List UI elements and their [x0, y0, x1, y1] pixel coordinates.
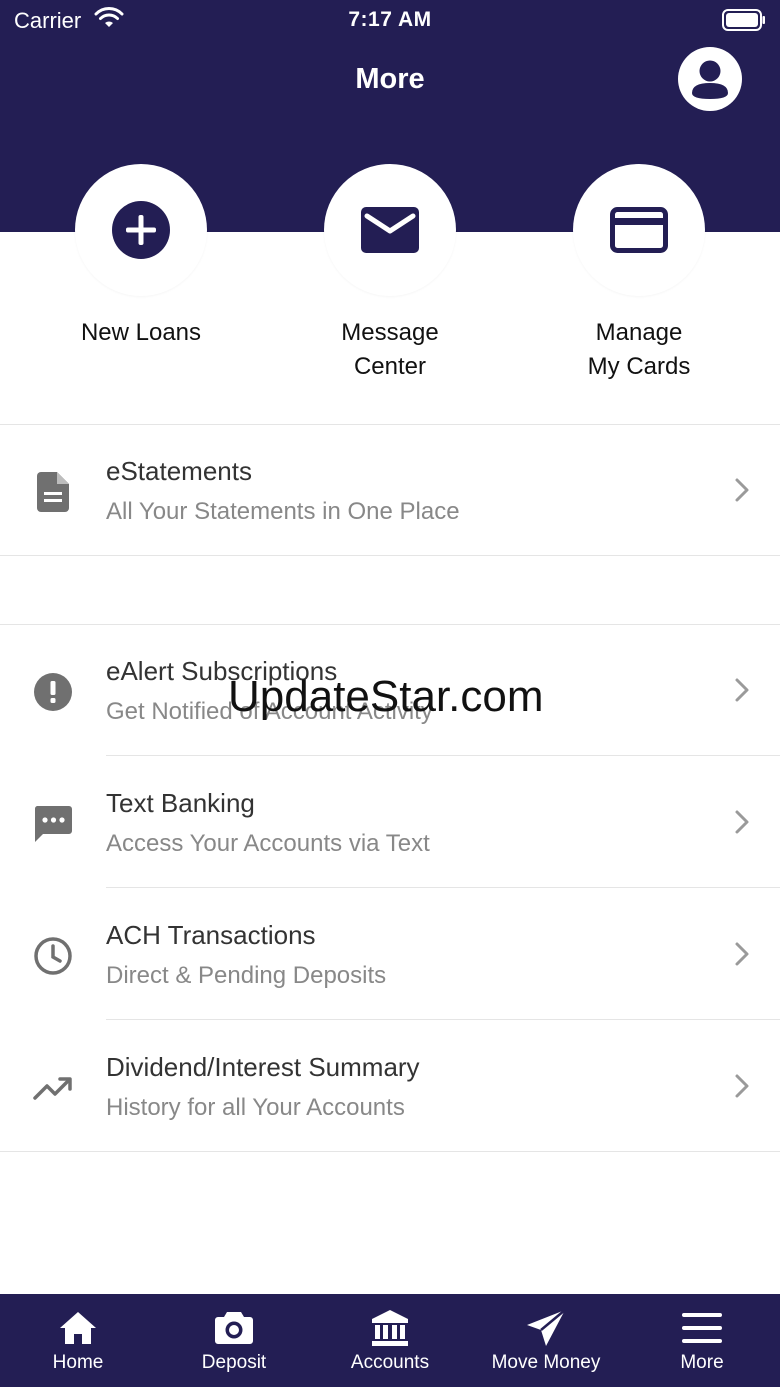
page-title: More: [355, 63, 425, 95]
menu-item-subtitle: All Your Statements in One Place: [106, 498, 460, 525]
manage-cards-label: Manage My Cards: [587, 319, 691, 380]
divider: [0, 555, 780, 556]
status-bar: Carrier 7:17 AM: [0, 0, 780, 40]
bottom-tab-bar: Home Deposit Accounts Move Money More: [0, 1294, 780, 1387]
tab-more[interactable]: More: [624, 1294, 780, 1387]
send-icon: [527, 1309, 566, 1346]
new-loans-button[interactable]: New Loans: [16, 164, 266, 350]
menu-item-title: eStatements: [106, 456, 252, 486]
message-center-button[interactable]: Message Center: [265, 164, 515, 384]
menu-item-title: Dividend/Interest Summary: [106, 1052, 420, 1082]
chevron-right-icon: [735, 678, 749, 702]
tab-move-money[interactable]: Move Money: [468, 1294, 624, 1387]
manage-cards-button[interactable]: Manage My Cards: [514, 164, 764, 384]
divider: [106, 755, 780, 756]
chevron-right-icon: [735, 942, 749, 966]
menu-item-dividend-interest-summary[interactable]: Dividend/Interest Summary History for al…: [0, 1021, 780, 1151]
menu-item-title: eAlert Subscriptions: [106, 656, 338, 686]
menu-item-subtitle: History for all Your Accounts: [106, 1094, 405, 1121]
menu-item-text-banking[interactable]: Text Banking Access Your Accounts via Te…: [0, 757, 780, 887]
menu-icon: [682, 1313, 722, 1343]
tab-label: Accounts: [350, 1352, 430, 1373]
chevron-right-icon: [735, 1074, 749, 1098]
chevron-right-icon: [735, 478, 749, 502]
tab-deposit[interactable]: Deposit: [156, 1294, 312, 1387]
menu-item-ach-transactions[interactable]: ACH Transactions Direct & Pending Deposi…: [0, 889, 780, 1019]
manage-cards-circle: [573, 164, 705, 296]
new-loans-label: New Loans: [80, 319, 202, 346]
alert-icon: [30, 669, 76, 715]
message-center-circle: [324, 164, 456, 296]
clock-icon: [30, 933, 76, 979]
mail-icon: [361, 207, 419, 253]
tab-home[interactable]: Home: [0, 1294, 156, 1387]
menu-item-ealert-subscriptions[interactable]: eAlert Subscriptions Get Notified of Acc…: [0, 625, 780, 755]
new-loans-circle: [75, 164, 207, 296]
tab-label: Home: [52, 1352, 104, 1373]
tab-label: More: [680, 1352, 724, 1373]
chevron-right-icon: [735, 810, 749, 834]
divider: [0, 1151, 780, 1152]
menu-item-subtitle: Get Notified of Account Activity: [106, 698, 433, 725]
status-time: 7:17 AM: [348, 8, 432, 31]
battery-icon: [722, 9, 765, 31]
chat-icon: [30, 801, 76, 847]
menu-item-subtitle: Direct & Pending Deposits: [106, 962, 387, 989]
menu-item-title: ACH Transactions: [106, 920, 316, 950]
credit-card-icon: [610, 207, 668, 253]
trending-up-icon: [30, 1065, 76, 1111]
tab-accounts[interactable]: Accounts: [312, 1294, 468, 1387]
menu-item-subtitle: Access Your Accounts via Text: [106, 830, 430, 857]
profile-avatar-icon[interactable]: [678, 47, 742, 111]
menu-item-estatements[interactable]: eStatements All Your Statements in One P…: [0, 425, 780, 555]
bank-icon: [372, 1310, 408, 1346]
menu-item-title: Text Banking: [106, 788, 255, 818]
home-icon: [60, 1312, 96, 1344]
document-icon: [30, 469, 76, 515]
tab-label: Move Money: [491, 1352, 601, 1373]
divider: [106, 887, 780, 888]
camera-icon: [215, 1312, 253, 1344]
divider: [106, 1019, 780, 1020]
tab-label: Deposit: [201, 1352, 267, 1373]
message-center-label: Message Center: [341, 319, 439, 380]
add-circle-icon: [112, 201, 170, 259]
